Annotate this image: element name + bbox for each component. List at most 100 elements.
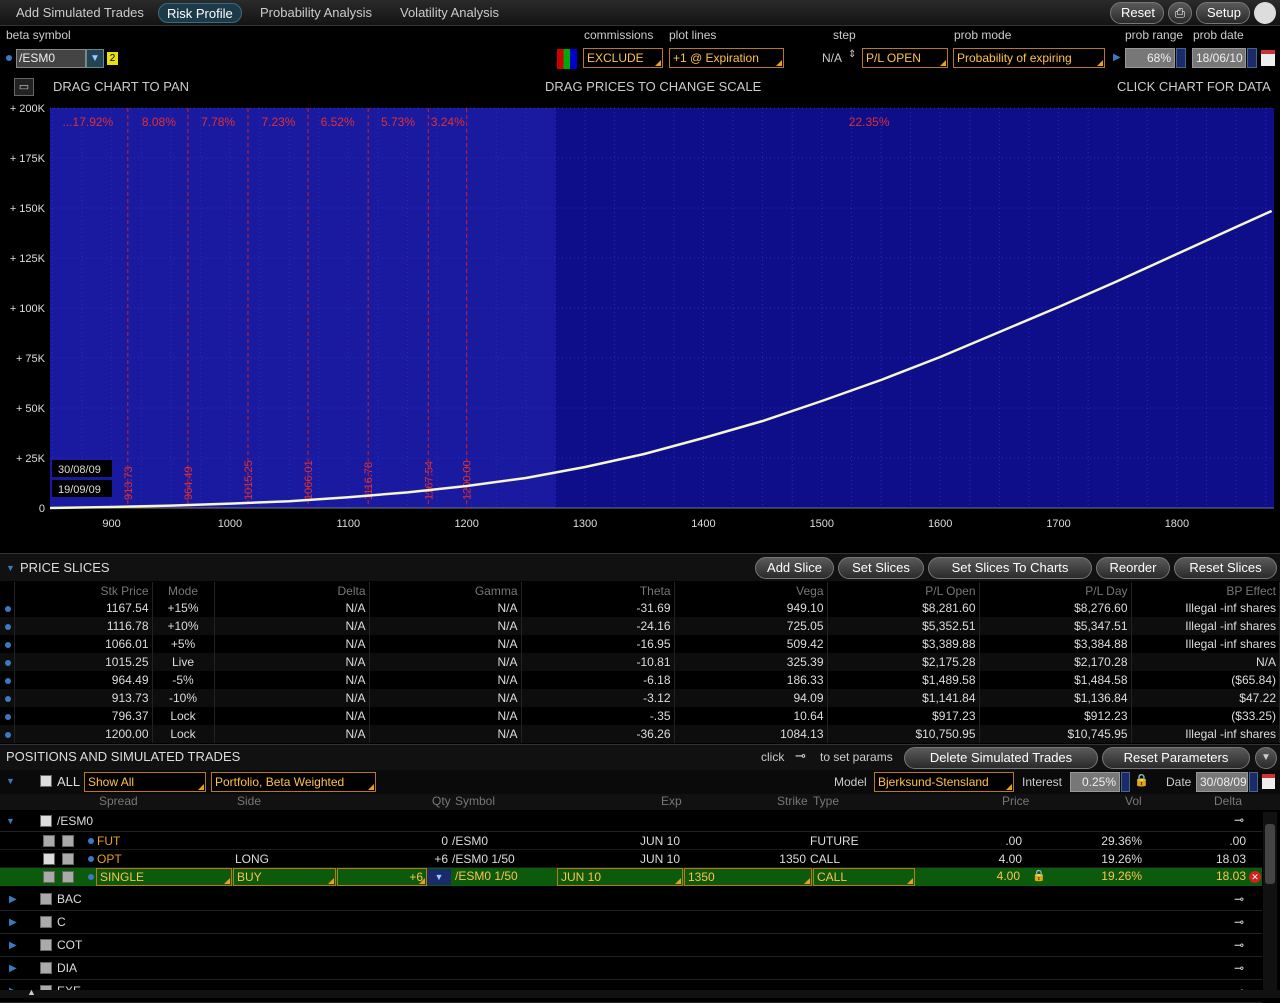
- plot-lines-select[interactable]: +1 @ Expiration: [669, 48, 784, 68]
- y-tick-label[interactable]: + 125K: [10, 253, 46, 265]
- interest-stepper[interactable]: [1121, 772, 1130, 792]
- slice-row[interactable]: 1200.00 Lock N/A N/A -36.26 1084.13 $10,750.95…: [0, 725, 1280, 743]
- expand-all-icon[interactable]: ▼: [6, 776, 15, 786]
- group-row[interactable]: ▶ BAC ⊸: [0, 888, 1262, 911]
- slice-row[interactable]: 1066.01 +5% N/A N/A -16.95 509.42 $3,389.88 $3,…: [0, 635, 1280, 653]
- slice-price-label[interactable]: 1066.01: [303, 460, 315, 500]
- prob-date-stepper[interactable]: [1247, 48, 1257, 68]
- y-tick-label[interactable]: + 50K: [16, 403, 46, 415]
- group-checkbox[interactable]: [40, 893, 52, 905]
- chart-type-icon[interactable]: ▭: [14, 78, 34, 96]
- reset-button[interactable]: Reset: [1110, 2, 1164, 24]
- calendar-icon[interactable]: [1262, 774, 1275, 789]
- view-select[interactable]: Portfolio, Beta Weighted: [211, 772, 376, 792]
- slice-price-label[interactable]: 913.73: [123, 466, 135, 500]
- menu-toggle-icon[interactable]: ▼: [1255, 747, 1277, 769]
- color-grid-icon[interactable]: [557, 49, 577, 69]
- reorder-button[interactable]: Reorder: [1096, 557, 1170, 579]
- slice-row[interactable]: 796.37 Lock N/A N/A -.35 10.64 $917.23 $912.23(…: [0, 707, 1280, 725]
- wrench-icon[interactable]: ⊸: [1234, 911, 1244, 934]
- wrench-icon[interactable]: ⊸: [1234, 888, 1244, 911]
- slice-cell[interactable]: +5%: [152, 635, 215, 653]
- lock-icon[interactable]: 🔒: [1134, 773, 1149, 787]
- slice-dot[interactable]: [0, 617, 15, 635]
- group-checkbox[interactable]: [40, 962, 52, 974]
- x-tick-label[interactable]: 1600: [928, 518, 952, 530]
- x-tick-label[interactable]: 1800: [1165, 518, 1189, 530]
- calendar-icon[interactable]: [1261, 50, 1275, 66]
- sim-side-select[interactable]: BUY: [233, 868, 336, 886]
- y-tick-label[interactable]: + 175K: [10, 153, 46, 165]
- wrench-icon[interactable]: ⊸: [1234, 934, 1244, 957]
- wrench-icon[interactable]: ⊸: [1234, 957, 1244, 980]
- slice-cell[interactable]: 913.73: [14, 689, 153, 707]
- x-tick-label[interactable]: 1300: [573, 518, 597, 530]
- group-row[interactable]: ▶ DIA ⊸: [0, 957, 1262, 980]
- sim-checkbox[interactable]: [43, 871, 55, 883]
- slice-row[interactable]: 1015.25 Live N/A N/A -10.81 325.39 $2,175.28 $2…: [0, 653, 1280, 671]
- slice-dot[interactable]: [0, 689, 15, 707]
- sim-vol[interactable]: 19.26%: [1080, 869, 1142, 883]
- positions-scrollbar[interactable]: [1263, 812, 1277, 992]
- date-stepper[interactable]: [1249, 772, 1258, 792]
- delete-icon[interactable]: ✕: [1249, 871, 1261, 883]
- x-tick-label[interactable]: 1000: [218, 518, 242, 530]
- sim-type-select[interactable]: CALL: [813, 868, 915, 886]
- setup-button[interactable]: Setup: [1196, 2, 1250, 24]
- commissions-select[interactable]: EXCLUDE: [583, 48, 663, 68]
- sim-lock-icon[interactable]: 🔒: [1032, 869, 1046, 882]
- slice-dot[interactable]: [0, 725, 15, 743]
- wrench-icon[interactable]: ⊸: [1234, 813, 1244, 827]
- slice-cell[interactable]: 964.49: [14, 671, 153, 689]
- slice-cell[interactable]: Lock: [152, 725, 215, 743]
- slice-dot[interactable]: [0, 599, 15, 617]
- model-select[interactable]: Bjerksund-Stensland: [874, 772, 1014, 792]
- position-row[interactable]: FUT 0/ESM0 JUN 10 FUTURE .00 29.36% .00: [0, 832, 1262, 850]
- expand-icon[interactable]: ▶: [9, 911, 17, 934]
- y-tick-label[interactable]: + 150K: [10, 203, 46, 215]
- y-tick-label[interactable]: + 100K: [10, 303, 46, 315]
- group-row[interactable]: ▶ C ⊸: [0, 911, 1262, 934]
- slice-cell[interactable]: Live: [152, 653, 215, 671]
- group-row-esm0[interactable]: ▼ /ESM0 ⊸: [0, 812, 1262, 832]
- show-select[interactable]: Show All: [84, 772, 206, 792]
- reset-parameters-button[interactable]: Reset Parameters: [1102, 747, 1250, 769]
- slice-price-label[interactable]: 1200.00: [462, 460, 474, 500]
- slice-cell[interactable]: +15%: [152, 599, 215, 617]
- print-button[interactable]: ⎙: [1168, 2, 1192, 24]
- collapse-up-icon[interactable]: ▲: [27, 987, 36, 997]
- x-tick-label[interactable]: 900: [102, 518, 120, 530]
- y-tick-label[interactable]: 0: [39, 503, 45, 515]
- y-tick-label[interactable]: + 75K: [16, 353, 46, 365]
- slice-dot[interactable]: [0, 653, 15, 671]
- interest-input[interactable]: 0.25%: [1070, 772, 1120, 792]
- date-input[interactable]: 30/08/09: [1196, 772, 1248, 792]
- group-checkbox[interactable]: [40, 815, 52, 827]
- slice-price-label[interactable]: 1167.54: [423, 461, 435, 500]
- slice-dot[interactable]: [0, 707, 15, 725]
- slice-row[interactable]: 964.49 -5% N/A N/A -6.18 186.33 $1,489.58 $1,48…: [0, 671, 1280, 689]
- slice-cell[interactable]: -5%: [152, 671, 215, 689]
- play-arrow-icon[interactable]: ▶: [1113, 52, 1121, 63]
- prob-range-input[interactable]: 68%: [1125, 48, 1175, 68]
- set-slices-to-charts-button[interactable]: Set Slices To Charts: [928, 557, 1092, 579]
- sim-price[interactable]: 4.00: [970, 869, 1020, 883]
- risk-profile-chart[interactable]: ▭ DRAG CHART TO PAN DRAG PRICES TO CHANG…: [0, 74, 1280, 544]
- sim-qty-stepper[interactable]: ▼: [427, 869, 451, 885]
- slice-cell[interactable]: 1015.25: [14, 653, 153, 671]
- simulated-trade-row[interactable]: SINGLE BUY +6 ▼ /ESM0 1/50 JUN 10 1350 C…: [0, 868, 1262, 886]
- expand-icon[interactable]: ▶: [9, 888, 17, 911]
- tab-volatility-analysis[interactable]: Volatility Analysis: [392, 3, 507, 23]
- slice-price-label[interactable]: 964.49: [183, 466, 195, 500]
- set-slices-button[interactable]: Set Slices: [838, 557, 924, 579]
- slice-cell[interactable]: 1116.78: [14, 617, 153, 635]
- reset-slices-button[interactable]: Reset Slices: [1174, 557, 1277, 579]
- help-button[interactable]: [1254, 2, 1276, 24]
- group-checkbox[interactable]: [40, 916, 52, 928]
- tab-probability-analysis[interactable]: Probability Analysis: [252, 3, 380, 23]
- position-checkbox[interactable]: [43, 853, 55, 865]
- group-row[interactable]: ▶ COT ⊸: [0, 934, 1262, 957]
- slice-row[interactable]: 1116.78 +10% N/A N/A -24.16 725.05 $5,352.51 $5…: [0, 617, 1280, 635]
- sim-qty-input[interactable]: +6: [337, 868, 427, 886]
- x-tick-label[interactable]: 1100: [336, 518, 360, 530]
